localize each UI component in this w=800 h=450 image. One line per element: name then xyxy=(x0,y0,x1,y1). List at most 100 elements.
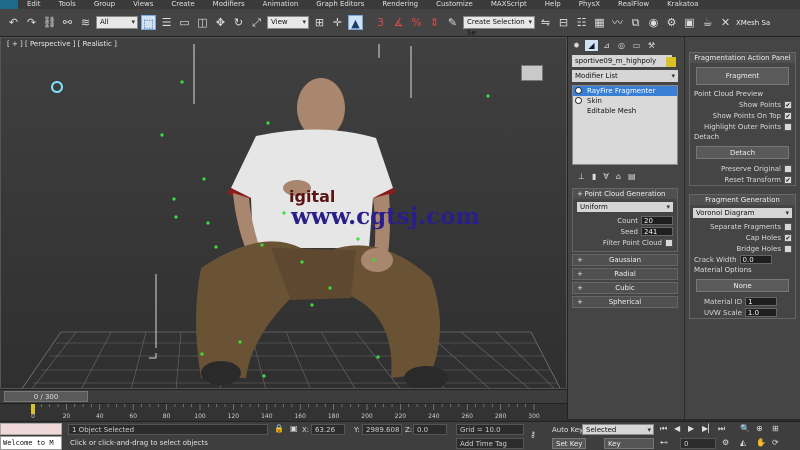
steering-wheel-icon[interactable] xyxy=(51,81,63,93)
configure-sets-icon[interactable]: ▤ xyxy=(628,172,636,181)
menu-group[interactable]: Group xyxy=(85,0,124,9)
uvw-scale-spinner[interactable]: 1.0 xyxy=(744,308,777,317)
edit-named-selection-icon[interactable]: ✎ xyxy=(445,15,460,30)
menu-tools[interactable]: Tools xyxy=(50,0,85,9)
pin-stack-icon[interactable]: ⊥ xyxy=(578,172,585,181)
preserve-original-checkbox[interactable] xyxy=(784,164,792,173)
menu-physx[interactable]: PhysX xyxy=(570,0,609,9)
object-name-field[interactable]: sportive09_m_highpoly xyxy=(572,55,672,67)
bridge-holes-checkbox[interactable] xyxy=(784,244,792,253)
select-manipulate-icon[interactable]: ✛ xyxy=(330,15,345,30)
lock-selection-icon[interactable]: 🔒 xyxy=(274,424,284,433)
schematic-view-icon[interactable]: ⧉ xyxy=(628,15,643,30)
add-time-tag[interactable]: Add Time Tag xyxy=(456,438,524,449)
cap-holes-checkbox[interactable]: ✔ xyxy=(784,233,792,242)
seed-spinner[interactable]: 241 xyxy=(641,227,673,236)
trackbar[interactable]: 0 20 40 60 80 100 120 140 160 180 200 220 240 260 280 3… xyxy=(0,403,567,421)
modifier-list-dropdown[interactable]: Modifier List xyxy=(572,70,678,82)
x-coord-field[interactable]: 63.26 xyxy=(311,424,345,435)
time-slider[interactable]: 0 / 300 xyxy=(0,389,567,403)
menu-rendering[interactable]: Rendering xyxy=(373,0,427,9)
key-mode-toggle-icon[interactable]: ⊷ xyxy=(660,438,668,447)
selection-filter-dropdown[interactable]: All xyxy=(96,16,138,29)
filter-point-cloud-checkbox[interactable] xyxy=(665,238,673,247)
fragment-button[interactable]: Fragment xyxy=(696,67,789,85)
material-none-button[interactable]: None xyxy=(696,279,789,292)
bulb-icon[interactable] xyxy=(575,97,582,104)
separate-fragments-checkbox[interactable] xyxy=(784,222,792,231)
point-cloud-rollout-header[interactable]: + Point Cloud Generation xyxy=(573,189,677,199)
render-setup-icon[interactable]: ⚙ xyxy=(664,15,679,30)
field-of-view-icon[interactable]: ◭ xyxy=(740,438,746,447)
remove-modifier-icon[interactable]: ⌂ xyxy=(616,172,621,181)
menu-animation[interactable]: Animation xyxy=(254,0,308,9)
set-key-button[interactable]: Set Key xyxy=(552,438,587,449)
menu-maxscript[interactable]: MAXScript xyxy=(482,0,536,9)
keyboard-shortcut-icon[interactable]: ▲ xyxy=(348,15,363,30)
key-mode-dropdown[interactable]: Selected xyxy=(582,424,654,436)
go-to-start-icon[interactable]: ⏮ xyxy=(660,424,667,434)
make-unique-icon[interactable]: ∀ xyxy=(603,172,608,181)
time-slider-handle[interactable]: 0 / 300 xyxy=(4,391,88,402)
stack-item-skin[interactable]: Skin xyxy=(573,96,677,106)
xmesh-icon[interactable]: ✕ xyxy=(718,15,733,30)
key-filters-button[interactable]: Key Filters... xyxy=(604,438,654,449)
object-color-swatch[interactable] xyxy=(666,57,676,67)
menu-modifiers[interactable]: Modifiers xyxy=(204,0,254,9)
show-points-on-top-checkbox[interactable]: ✔ xyxy=(784,111,792,120)
count-spinner[interactable]: 20 xyxy=(641,216,673,225)
zoom-icon[interactable]: 🔍 xyxy=(740,424,750,433)
absolute-mode-icon[interactable]: ▣ xyxy=(290,424,298,433)
scale-icon[interactable]: ⤢ xyxy=(249,15,264,30)
orbit-icon[interactable]: ⟳ xyxy=(772,438,779,447)
previous-frame-icon[interactable]: ◀ xyxy=(674,424,680,433)
cubic-rollout[interactable]: + Cubic xyxy=(572,282,678,294)
graphite-tools-icon[interactable]: ▦ xyxy=(592,15,607,30)
link-icon[interactable]: ⛓ xyxy=(42,15,57,30)
key-icon[interactable]: ⚷ xyxy=(530,430,536,439)
hierarchy-tab-icon[interactable]: ⊿ xyxy=(600,40,613,51)
reset-transform-checkbox[interactable]: ✔ xyxy=(784,175,792,184)
rectangle-selection-icon[interactable]: ▭ xyxy=(177,15,192,30)
detach-button[interactable]: Detach xyxy=(696,146,789,159)
create-tab-icon[interactable]: ✹ xyxy=(570,40,583,51)
xmesh-label[interactable]: XMesh Sa xyxy=(736,19,770,27)
select-object-icon[interactable]: ⬚ xyxy=(141,15,156,30)
mirror-icon[interactable]: ⇋ xyxy=(538,15,553,30)
menu-help[interactable]: Help xyxy=(536,0,570,9)
zoom-extents-icon[interactable]: ⊞ xyxy=(772,424,779,433)
stack-item-editable-mesh[interactable]: Editable Mesh xyxy=(573,106,677,116)
menu-edit[interactable]: Edit xyxy=(18,0,50,9)
pivot-center-icon[interactable]: ⊞ xyxy=(312,15,327,30)
highlight-outer-checkbox[interactable] xyxy=(784,122,792,131)
viewport-label[interactable]: [ + ] [ Perspective ] [ Realistic ] xyxy=(7,40,117,48)
menu-customize[interactable]: Customize xyxy=(427,0,482,9)
menu-realflow[interactable]: RealFlow xyxy=(609,0,658,9)
point-cloud-type-dropdown[interactable]: Uniform xyxy=(577,202,673,212)
pan-icon[interactable]: ✋ xyxy=(756,438,766,447)
maxscript-mini-input[interactable] xyxy=(0,423,62,435)
menu-graph-editors[interactable]: Graph Editors xyxy=(307,0,373,9)
modify-tab-icon[interactable]: ◢ xyxy=(585,40,598,51)
snap-toggle-icon[interactable]: 3 xyxy=(373,15,388,30)
y-coord-field[interactable]: 2989.608 xyxy=(362,424,402,435)
menu-krakatoa[interactable]: Krakatoa xyxy=(658,0,707,9)
fragment-method-dropdown[interactable]: Voronoi Diagram xyxy=(693,208,792,218)
time-configuration-icon[interactable]: ⚙ xyxy=(722,438,729,447)
auto-key-label[interactable]: Auto Key xyxy=(552,426,583,434)
material-id-spinner[interactable]: 1 xyxy=(745,297,778,306)
angle-snap-icon[interactable]: ∡ xyxy=(391,15,406,30)
crack-width-spinner[interactable]: 0.0 xyxy=(739,255,772,264)
reference-coordinate-dropdown[interactable]: View xyxy=(267,16,309,29)
viewcube-icon[interactable] xyxy=(521,65,543,81)
window-crossing-icon[interactable]: ◫ xyxy=(195,15,210,30)
go-to-end-icon[interactable]: ⏭ xyxy=(718,424,725,434)
app-logo[interactable] xyxy=(0,0,18,9)
current-frame-field[interactable]: 0 xyxy=(680,438,716,449)
show-end-result-icon[interactable]: ▮ xyxy=(592,172,596,181)
undo-icon[interactable]: ↶ xyxy=(6,15,21,30)
curve-editor-icon[interactable]: 〰 xyxy=(610,15,625,30)
material-editor-icon[interactable]: ◉ xyxy=(646,15,661,30)
display-tab-icon[interactable]: ▭ xyxy=(630,40,643,51)
show-points-checkbox[interactable]: ✔ xyxy=(784,100,792,109)
